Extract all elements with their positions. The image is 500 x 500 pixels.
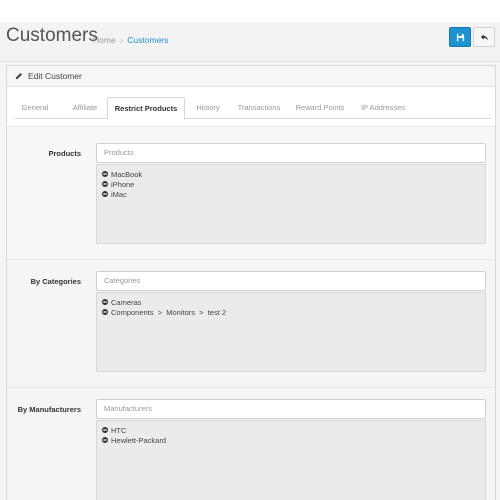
product-item-label: iMac bbox=[111, 189, 127, 199]
categories-label: By Categories bbox=[30, 277, 81, 286]
panel-heading: Edit Customer bbox=[7, 66, 495, 87]
save-icon bbox=[456, 33, 464, 41]
manufacturer-item-label: HTC bbox=[111, 425, 127, 435]
list-item: iMac bbox=[97, 189, 485, 199]
tab-affiliate[interactable]: Affiliate bbox=[63, 97, 107, 119]
save-button[interactable] bbox=[449, 27, 471, 47]
manufacturers-input[interactable]: Manufacturers bbox=[96, 399, 486, 419]
page-title: Customers bbox=[6, 25, 98, 46]
tab-ip-addresses[interactable]: IP Addresses bbox=[355, 97, 411, 119]
breadcrumb-separator: › bbox=[120, 35, 123, 45]
categories-list: Cameras Components > Monitors > test 2 bbox=[96, 292, 486, 372]
minus-circle-icon[interactable] bbox=[102, 191, 108, 197]
content-area: Edit Customer General Affiliate Restrict… bbox=[0, 62, 500, 500]
category-item-label: Components > Monitors > test 2 bbox=[111, 307, 227, 317]
top-strip bbox=[0, 0, 500, 22]
tab-restrict-products[interactable]: Restrict Products bbox=[107, 97, 185, 120]
customer-tabs: General Affiliate Restrict Products Hist… bbox=[15, 97, 491, 120]
category-item-label: Cameras bbox=[111, 297, 142, 307]
products-label: Products bbox=[48, 149, 81, 158]
tab-history[interactable]: History bbox=[187, 97, 229, 119]
minus-circle-icon[interactable] bbox=[102, 427, 108, 433]
minus-circle-icon[interactable] bbox=[102, 309, 108, 315]
pencil-icon bbox=[15, 72, 23, 80]
edit-customer-panel: Edit Customer General Affiliate Restrict… bbox=[6, 65, 496, 500]
minus-circle-icon[interactable] bbox=[102, 299, 108, 305]
minus-circle-icon[interactable] bbox=[102, 181, 108, 187]
page-header: Customers Home › Customers bbox=[0, 22, 500, 62]
breadcrumb: Home › Customers bbox=[93, 35, 168, 45]
categories-section: By Categories Categories Cameras Compone… bbox=[7, 259, 495, 387]
list-item: iPhone bbox=[97, 179, 485, 189]
products-section: Products Products MacBook iPhone iMac bbox=[7, 126, 495, 259]
breadcrumb-customers[interactable]: Customers bbox=[127, 35, 168, 45]
manufacturers-list: HTC Hewlett-Packard bbox=[96, 420, 486, 500]
list-item: Hewlett-Packard bbox=[97, 435, 485, 445]
breadcrumb-home[interactable]: Home bbox=[93, 35, 116, 45]
back-button[interactable] bbox=[473, 27, 495, 47]
list-item: Cameras bbox=[97, 297, 485, 307]
manufacturers-label: By Manufacturers bbox=[17, 405, 81, 414]
tab-transactions[interactable]: Transactions bbox=[231, 97, 287, 119]
minus-circle-icon[interactable] bbox=[102, 437, 108, 443]
reply-icon bbox=[480, 33, 488, 41]
manufacturer-item-label: Hewlett-Packard bbox=[111, 435, 167, 445]
manufacturers-section: By Manufacturers Manufacturers HTC Hewle… bbox=[7, 387, 495, 500]
list-item: MacBook bbox=[97, 169, 485, 179]
products-list: MacBook iPhone iMac bbox=[96, 164, 486, 244]
tab-reward-points[interactable]: Reward Points bbox=[291, 97, 349, 119]
product-item-label: MacBook bbox=[111, 169, 143, 179]
product-item-label: iPhone bbox=[111, 179, 135, 189]
categories-input[interactable]: Categories bbox=[96, 271, 486, 291]
list-item: Components > Monitors > test 2 bbox=[97, 307, 485, 317]
panel-heading-title: Edit Customer bbox=[28, 71, 82, 81]
products-input[interactable]: Products bbox=[96, 143, 486, 163]
minus-circle-icon[interactable] bbox=[102, 171, 108, 177]
tab-general[interactable]: General bbox=[15, 97, 55, 119]
list-item: HTC bbox=[97, 425, 485, 435]
